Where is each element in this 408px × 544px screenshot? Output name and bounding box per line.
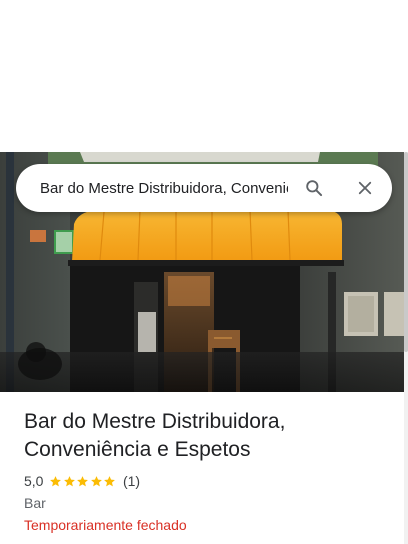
- panel-scrollbar-thumb[interactable]: [404, 152, 408, 352]
- rating-row[interactable]: 5,0 (1): [24, 472, 394, 490]
- star-icon: [64, 475, 75, 486]
- search-icon: [306, 180, 323, 197]
- rating-stars: [49, 475, 117, 488]
- star-icon: [77, 475, 89, 486]
- rating-value: 5,0: [24, 473, 44, 489]
- place-category[interactable]: Bar: [24, 495, 394, 513]
- star-icon: [91, 475, 102, 486]
- blank-area: [0, 0, 408, 152]
- place-info: Bar do Mestre Distribuidora, Conveniênci…: [24, 408, 394, 535]
- place-title: Bar do Mestre Distribuidora, Conveniênci…: [24, 410, 286, 461]
- search-button[interactable]: [302, 176, 326, 200]
- close-button[interactable]: [353, 176, 377, 200]
- search-box: [16, 164, 392, 212]
- star-icon: [104, 475, 116, 486]
- place-status: Temporariamente fechado: [24, 517, 187, 533]
- review-count-link[interactable]: (1): [123, 473, 140, 489]
- star-icon: [50, 475, 62, 486]
- maps-place-panel: Bar do Mestre Distribuidora, Conveniênci…: [0, 0, 408, 544]
- search-input[interactable]: [40, 176, 288, 200]
- close-icon: [358, 181, 372, 195]
